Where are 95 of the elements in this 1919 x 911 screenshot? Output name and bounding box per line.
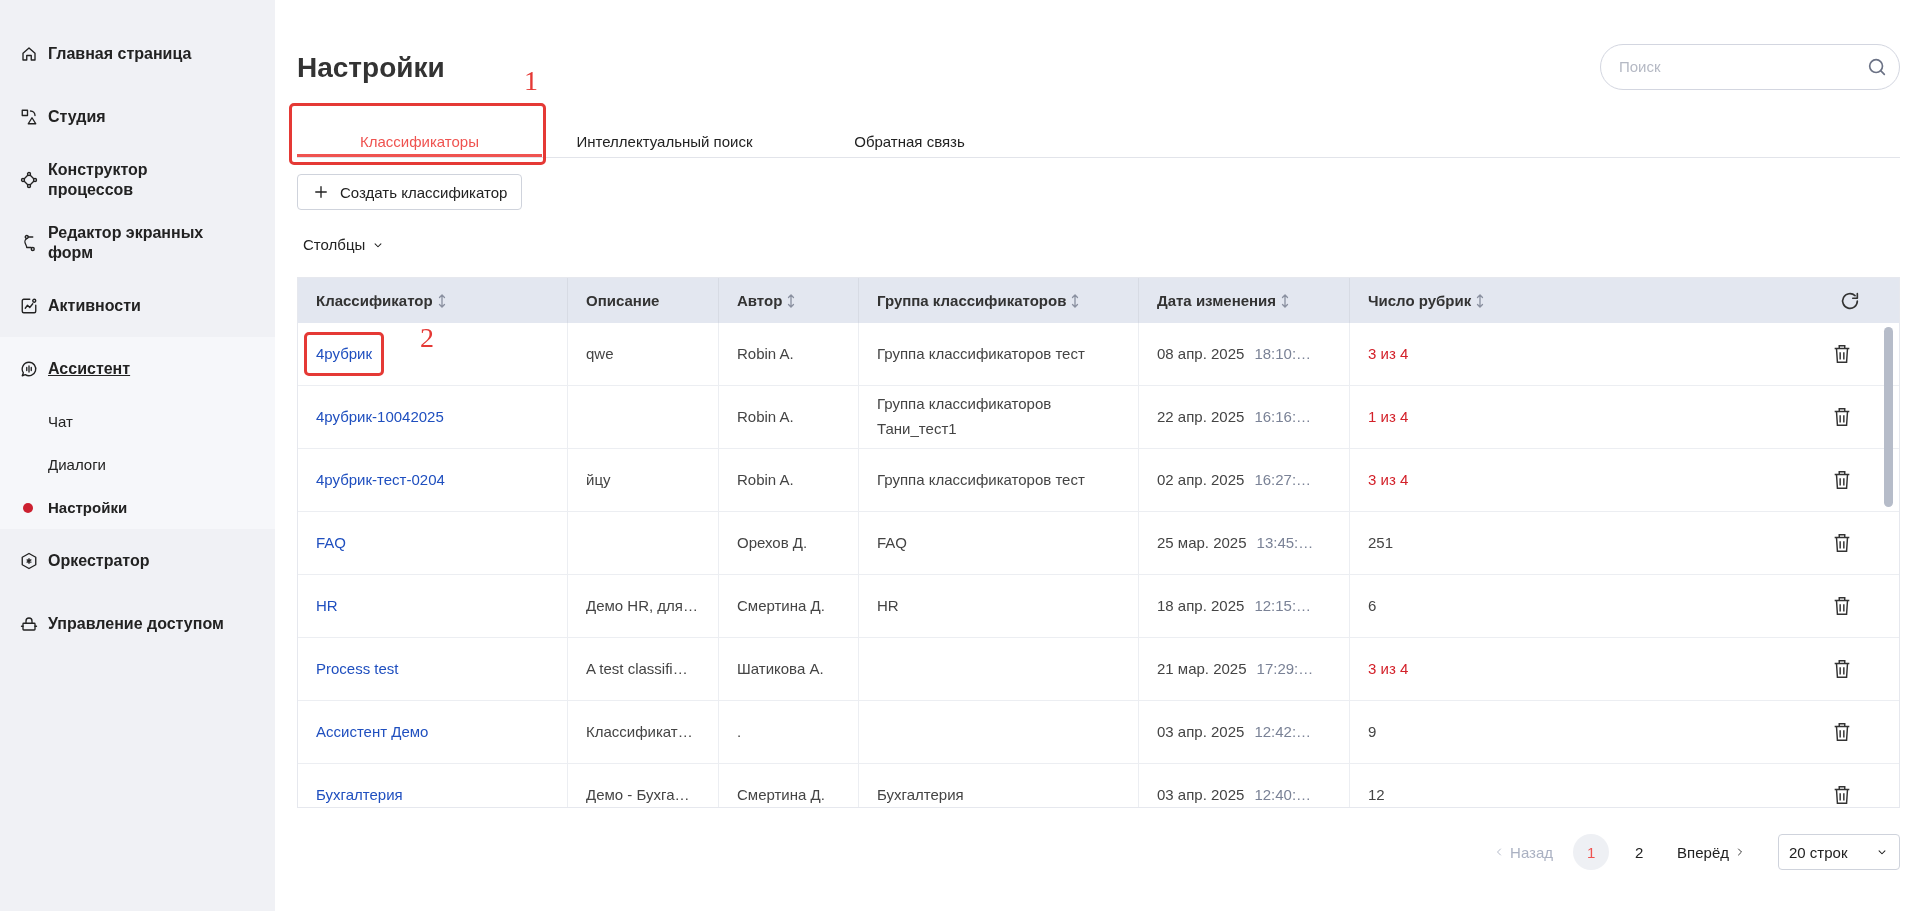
time-text: 13:45:… (1256, 532, 1314, 553)
classifier-link[interactable]: 4рубрик (316, 344, 373, 362)
sidebar-item[interactable]: Активности (0, 274, 275, 337)
rubric-count: 12 (1368, 784, 1385, 805)
date-text: 03 апр. 2025 (1157, 784, 1245, 805)
time-text: 16:27:… (1254, 469, 1312, 490)
time-text: 17:29:… (1256, 658, 1314, 679)
table-cell-text: Группа классификаторов Тани_тест1 (877, 394, 1053, 439)
create-button[interactable]: Создать классификатор (297, 174, 523, 210)
sort-icon[interactable] (1475, 292, 1486, 309)
time-text: 12:42:… (1254, 721, 1312, 742)
table-cell-text: . (737, 721, 742, 742)
table-cell-text: FAQ (877, 532, 907, 553)
annotation-number: 1 (524, 67, 538, 95)
chart-icon (20, 296, 38, 315)
table-cell-text: Шатикова А. (737, 658, 824, 679)
classifier-link[interactable]: 4рубрик-10042025 (316, 407, 444, 425)
nodes-icon (20, 170, 38, 189)
time-text: 12:15:… (1254, 595, 1312, 616)
tab[interactable]: Обратная связь (787, 125, 1032, 157)
classifier-link[interactable]: FAQ (316, 533, 346, 551)
classifier-link[interactable]: Process test (316, 659, 399, 677)
sidebar-item[interactable]: Ассистент (0, 337, 275, 400)
table-cell-text: A test classifi… (586, 658, 688, 679)
search-field[interactable]: Поиск (1600, 43, 1900, 90)
sidebar-subitem[interactable]: Диалоги (0, 443, 275, 486)
column-header[interactable]: Автор (719, 278, 859, 323)
date-text: 03 апр. 2025 (1157, 721, 1245, 742)
date-text: 08 апр. 2025 (1157, 343, 1245, 364)
page-size-dropdown[interactable]: 20 строк (1778, 834, 1900, 870)
column-header[interactable]: Группа классификаторов (859, 278, 1139, 323)
time-text: 12:40:… (1254, 784, 1312, 805)
shapes-icon (20, 107, 38, 126)
rubric-count: 251 (1368, 532, 1394, 553)
sort-icon[interactable] (1070, 292, 1081, 309)
classifier-link[interactable]: Бухгалтерия (316, 785, 403, 803)
table-cell-text: HR (877, 595, 899, 616)
column-header[interactable]: Число рубрик (1350, 278, 1817, 323)
page-button[interactable]: 2 (1621, 834, 1658, 870)
table-cell-text: Robin A. (737, 406, 794, 427)
tab[interactable]: Интеллектуальный поиск (542, 125, 787, 157)
chat-icon (20, 359, 38, 378)
rubric-count: 3 из 4 (1368, 658, 1409, 679)
classifier-link[interactable]: 4рубрик-тест-0204 (316, 470, 445, 488)
table-cell-text: Смертина Д. (737, 784, 825, 805)
annotation-number: 2 (420, 323, 435, 352)
classifier-link[interactable]: Ассистент Демо (316, 722, 429, 740)
column-header[interactable]: Описание (568, 278, 719, 323)
table-cell-text: qwe (586, 343, 614, 364)
sidebar-item[interactable]: Конструктор процессов (0, 148, 275, 211)
classifier-link[interactable]: HR (316, 596, 338, 614)
sidebar-item[interactable]: Главная страница (0, 22, 275, 85)
table-cell-text: Бухгалтерия (877, 784, 964, 805)
table-cell-text: Классификат… (586, 721, 693, 742)
rubric-count: 1 из 4 (1368, 406, 1409, 427)
sidebar-subitem[interactable]: Чат (0, 400, 275, 443)
table-cell-text: Robin A. (737, 343, 794, 364)
sidebar-item[interactable]: Студия (0, 85, 275, 148)
hexagon-icon (20, 551, 38, 570)
rubric-count: 3 из 4 (1368, 469, 1409, 490)
sidebar-subitem[interactable]: Настройки (0, 486, 275, 529)
rubric-count: 3 из 4 (1368, 343, 1409, 364)
table-cell-text: йцу (586, 469, 611, 490)
sidebar-item[interactable]: Управление доступом (0, 592, 275, 655)
sort-icon[interactable] (436, 292, 447, 309)
date-text: 21 мар. 2025 (1157, 658, 1247, 679)
time-text: 18:10:… (1254, 343, 1312, 364)
lock-icon (20, 614, 38, 633)
table-cell-text: Демо HR, для… (586, 595, 698, 616)
time-text: 16:16:… (1254, 406, 1312, 427)
column-header[interactable]: Дата изменения (1139, 278, 1350, 323)
plus-icon (312, 183, 330, 201)
sidebar-item[interactable]: Редактор экранных форм (0, 211, 275, 274)
column-header[interactable]: Классификатор (298, 278, 568, 323)
table-cell-text: Группа классификаторов тест (877, 343, 1085, 364)
active-dot (23, 502, 33, 513)
table-cell-text: Орехов Д. (737, 532, 808, 553)
sidebar-item[interactable]: Оркестратор (0, 529, 275, 592)
date-text: 02 апр. 2025 (1157, 469, 1245, 490)
rubric-count: 9 (1368, 721, 1377, 742)
date-text: 25 мар. 2025 (1157, 532, 1247, 553)
next-button[interactable]: Вперёд (1663, 834, 1760, 870)
sort-icon[interactable] (1280, 292, 1291, 309)
rubric-count: 6 (1368, 595, 1377, 616)
table-cell-text: Robin A. (737, 469, 794, 490)
columns-dropdown[interactable]: Столбцы (297, 236, 392, 253)
scrollbar[interactable] (1884, 327, 1893, 507)
page-title: Настройки (297, 51, 445, 84)
date-text: 18 апр. 2025 (1157, 595, 1245, 616)
table-cell-text: Демо - Бухга… (586, 784, 690, 805)
table-cell-text: Смертина Д. (737, 595, 825, 616)
sort-icon[interactable] (786, 292, 797, 309)
tab[interactable]: Классификаторы (297, 125, 542, 157)
table-cell-text: Группа классификаторов тест (877, 469, 1085, 490)
date-text: 22 апр. 2025 (1157, 406, 1245, 427)
